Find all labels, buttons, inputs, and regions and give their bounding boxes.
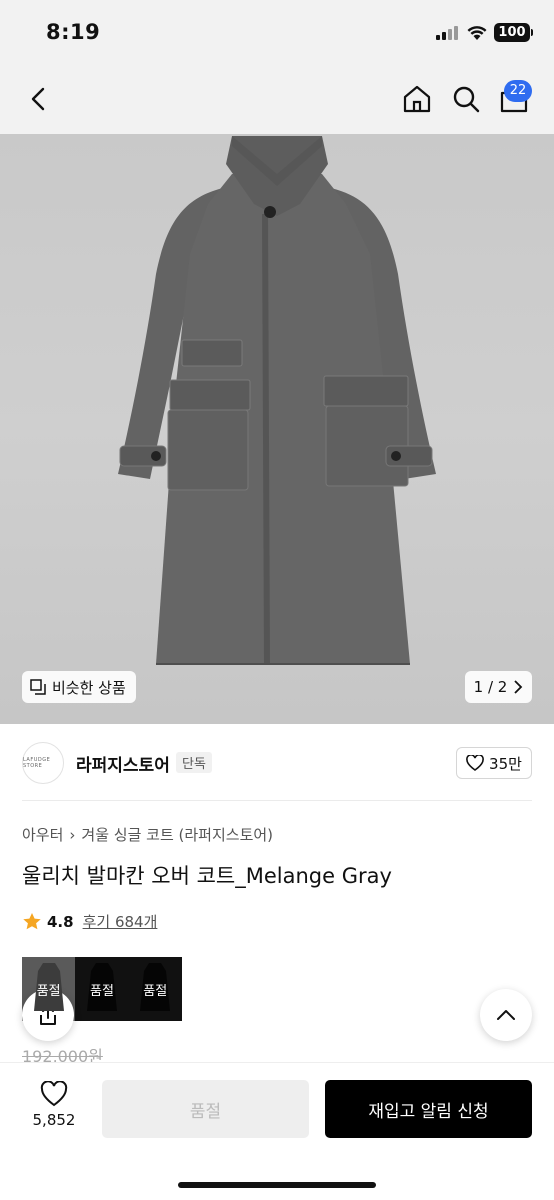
image-pager[interactable]: 1 / 2 bbox=[465, 671, 532, 703]
soldout-button: 품절 bbox=[102, 1080, 309, 1138]
option-label: 품절 bbox=[143, 983, 168, 999]
heart-icon bbox=[40, 1081, 68, 1107]
review-link[interactable]: 후기 684개 bbox=[83, 911, 158, 932]
nav-bar bbox=[0, 66, 554, 134]
option-thumb[interactable]: 품절 bbox=[75, 957, 129, 1021]
wifi-icon bbox=[466, 23, 488, 45]
store-name[interactable]: 라퍼지스토어 bbox=[76, 751, 170, 776]
option-label: 품절 bbox=[36, 983, 61, 999]
breadcrumb-item[interactable]: 아우터 bbox=[22, 824, 63, 845]
store-logo[interactable]: LAFUDGE STORE bbox=[22, 742, 64, 784]
search-icon[interactable] bbox=[451, 84, 481, 114]
rating-score: 4.8 bbox=[47, 912, 74, 931]
home-indicator bbox=[178, 1182, 376, 1188]
option-label: 품절 bbox=[89, 983, 114, 999]
battery-cap bbox=[531, 29, 533, 36]
star-icon bbox=[23, 913, 41, 930]
home-icon[interactable] bbox=[402, 84, 432, 114]
coat-illustration bbox=[118, 136, 436, 665]
similar-icon bbox=[30, 679, 46, 695]
exclusive-tag: 단독 bbox=[176, 752, 212, 773]
signal-icon bbox=[436, 26, 458, 40]
pager-label: 1 / 2 bbox=[473, 678, 508, 696]
bottom-action-bar: 5,852 품절 재입고 알림 신청 bbox=[0, 1062, 554, 1200]
breadcrumb-item[interactable]: 겨울 싱글 코트 (라퍼지스토어) bbox=[81, 824, 273, 845]
similar-products-button[interactable]: 비슷한 상품 bbox=[22, 671, 136, 703]
store-like-button[interactable]: 35만 bbox=[456, 747, 532, 779]
scroll-top-button[interactable] bbox=[480, 989, 532, 1041]
heart-icon bbox=[466, 755, 484, 771]
store-like-count: 35만 bbox=[489, 754, 522, 773]
breadcrumb: 아우터 › 겨울 싱글 코트 (라퍼지스토어) bbox=[22, 824, 273, 845]
product-image[interactable] bbox=[0, 134, 554, 724]
chevron-right-icon bbox=[514, 680, 523, 694]
similar-products-label: 비슷한 상품 bbox=[52, 678, 126, 697]
product-title: 울리치 발마칸 오버 코트_Melange Gray bbox=[22, 864, 392, 888]
wishlist-button[interactable]: 5,852 bbox=[26, 1081, 82, 1141]
rating-row: 4.8 후기 684개 bbox=[22, 911, 157, 932]
chevron-up-icon bbox=[497, 1010, 515, 1020]
color-options: 품절 품절 품절 bbox=[22, 957, 182, 1021]
option-thumb[interactable]: 품절 bbox=[128, 957, 182, 1021]
breadcrumb-separator-icon: › bbox=[69, 825, 76, 844]
divider bbox=[22, 800, 532, 801]
status-time: 8:19 bbox=[46, 20, 101, 44]
battery-icon: 100 bbox=[494, 23, 530, 42]
back-icon[interactable] bbox=[24, 84, 54, 114]
store-row: LAFUDGE STORE 라퍼지스토어 단독 35만 bbox=[0, 724, 554, 802]
wishlist-count: 5,852 bbox=[32, 1111, 76, 1129]
cart-count-badge: 22 bbox=[504, 80, 532, 102]
status-bar: 8:19 100 bbox=[0, 0, 554, 66]
restock-alert-button[interactable]: 재입고 알림 신청 bbox=[325, 1080, 532, 1138]
